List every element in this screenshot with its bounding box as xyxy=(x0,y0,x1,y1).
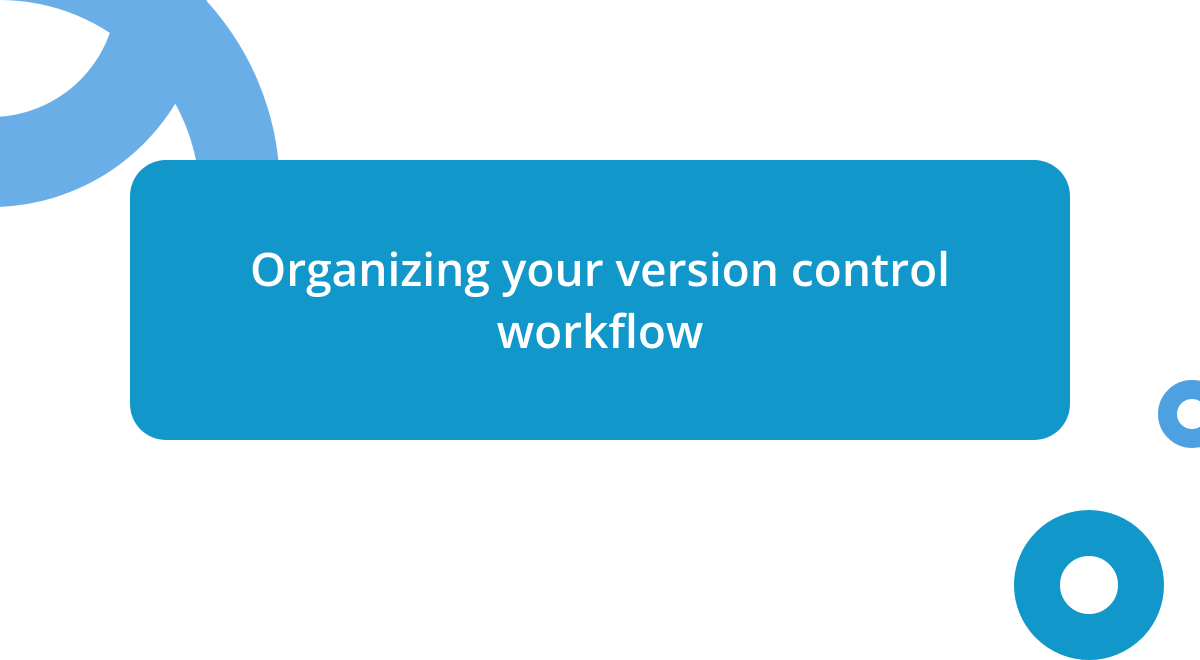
page-title: Organizing your version control workflow xyxy=(210,238,990,362)
decorative-ring-small xyxy=(1158,380,1200,448)
decorative-ring-large xyxy=(1014,510,1164,660)
title-card: Organizing your version control workflow xyxy=(130,160,1070,440)
